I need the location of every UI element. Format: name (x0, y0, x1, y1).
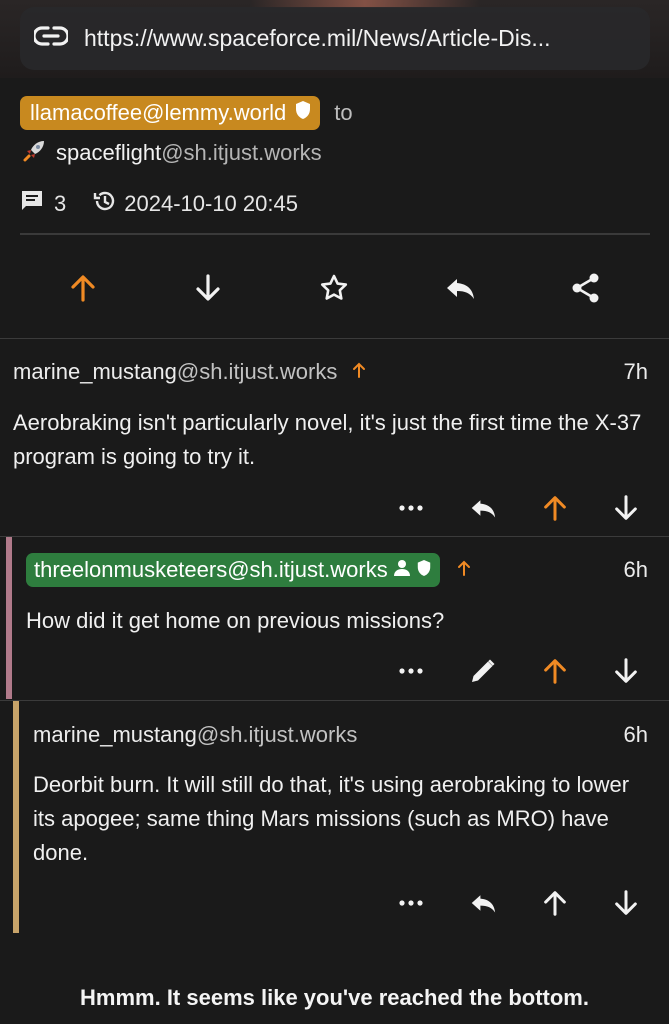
post-link-card[interactable]: https://www.spaceforce.mil/News/Article-… (20, 7, 650, 70)
upvoted-indicator-icon (456, 557, 472, 583)
more-options-button[interactable] (393, 490, 429, 526)
comment-author-name: threelonmusketeers@sh.itjust.works (34, 557, 388, 582)
pencil-icon (472, 659, 495, 682)
comment-icon (20, 189, 44, 219)
edit-button[interactable] (465, 653, 501, 689)
downvote-button[interactable] (608, 490, 644, 526)
arrow-up-icon (71, 275, 95, 302)
reply-icon (447, 279, 474, 299)
moderator-shield-icon (416, 557, 432, 583)
community-link[interactable]: spaceflight@sh.itjust.works (22, 137, 322, 169)
comment-item: marine_mustang @sh.itjust.works 6h Deorbi… (0, 701, 669, 933)
comment-body: Aerobraking isn't particularly novel, it… (13, 410, 642, 469)
arrow-down-icon (615, 890, 637, 915)
comment-age: 6h (623, 722, 648, 747)
save-button[interactable] (314, 268, 354, 308)
post-meta-row: 3 2024-10-10 20:45 (20, 188, 298, 220)
comment-item: threelonmusketeers@sh.itjust.works 6h Ho… (0, 537, 669, 699)
post-thumbnail[interactable]: https://www.spaceforce.mil/News/Article-… (0, 0, 669, 78)
comment-body: How did it get home on previous missions… (26, 608, 445, 633)
arrow-down-icon (615, 658, 637, 683)
upvote-button[interactable] (537, 653, 573, 689)
comment-author-name: marine_mustang (33, 722, 197, 747)
history-icon (92, 188, 118, 220)
comment-body: Deorbit burn. It will still do that, it'… (33, 772, 630, 865)
arrow-up-icon (544, 891, 566, 916)
post-creator-name: llamacoffee@lemmy.world (30, 99, 287, 125)
moderator-shield-icon (294, 100, 312, 126)
more-horizontal-icon (399, 900, 423, 906)
post-creator-row: llamacoffee@lemmy.world to (20, 96, 353, 130)
more-options-button[interactable] (393, 653, 429, 689)
downvote-button[interactable] (608, 885, 644, 921)
more-horizontal-icon (399, 668, 423, 674)
share-button[interactable] (566, 268, 606, 308)
upvote-button[interactable] (537, 885, 573, 921)
post-link-url[interactable]: https://www.spaceforce.mil/News/Article-… (84, 25, 551, 52)
reply-icon (471, 500, 496, 518)
arrow-down-icon (196, 274, 220, 301)
post-divider (20, 233, 650, 235)
community-instance: @sh.itjust.works (161, 140, 322, 165)
post-action-bar (0, 258, 669, 318)
post-timestamp: 2024-10-10 20:45 (124, 191, 298, 216)
share-icon (572, 273, 599, 303)
upvoted-indicator-icon (351, 359, 367, 385)
comment-age: 7h (623, 359, 648, 384)
op-person-icon (393, 557, 410, 583)
more-horizontal-icon (399, 505, 423, 511)
reply-button[interactable] (440, 268, 480, 308)
star-outline-icon (320, 274, 348, 300)
arrow-down-icon (615, 495, 637, 520)
comment-age: 6h (623, 557, 648, 582)
reply-button[interactable] (465, 885, 501, 921)
comment-author-instance: @sh.itjust.works (176, 359, 338, 384)
comment-author[interactable]: marine_mustang @sh.itjust.works (33, 722, 357, 748)
comment-actions (0, 490, 669, 526)
upvote-button[interactable] (537, 490, 573, 526)
downvote-button[interactable] (608, 653, 644, 689)
community-name: spaceflight (56, 140, 162, 165)
upvote-button[interactable] (63, 268, 103, 308)
comment-author[interactable]: threelonmusketeers@sh.itjust.works (26, 553, 472, 587)
op-author-badge[interactable]: threelonmusketeers@sh.itjust.works (26, 553, 440, 587)
more-options-button[interactable] (393, 885, 429, 921)
downvote-button[interactable] (188, 268, 228, 308)
comment-author-name: marine_mustang (13, 359, 177, 384)
post-creator-badge[interactable]: llamacoffee@lemmy.world (20, 96, 321, 130)
arrow-up-icon (544, 496, 566, 521)
comment-actions (0, 885, 669, 921)
comment-author-instance: @sh.itjust.works (196, 722, 358, 747)
reply-icon (471, 895, 496, 913)
end-of-feed-message: Hmmm. It seems like you've reached the b… (80, 985, 589, 1010)
comment-item: marine_mustang @sh.itjust.works 7h Aerobr… (0, 339, 669, 536)
comment-author[interactable]: marine_mustang @sh.itjust.works (13, 359, 367, 385)
link-icon (32, 25, 70, 52)
rocket-icon (22, 137, 48, 169)
arrow-up-icon (544, 659, 566, 684)
comment-count: 3 (54, 191, 67, 216)
comment-actions (0, 653, 669, 689)
reply-button[interactable] (465, 490, 501, 526)
to-label: to (334, 100, 353, 125)
